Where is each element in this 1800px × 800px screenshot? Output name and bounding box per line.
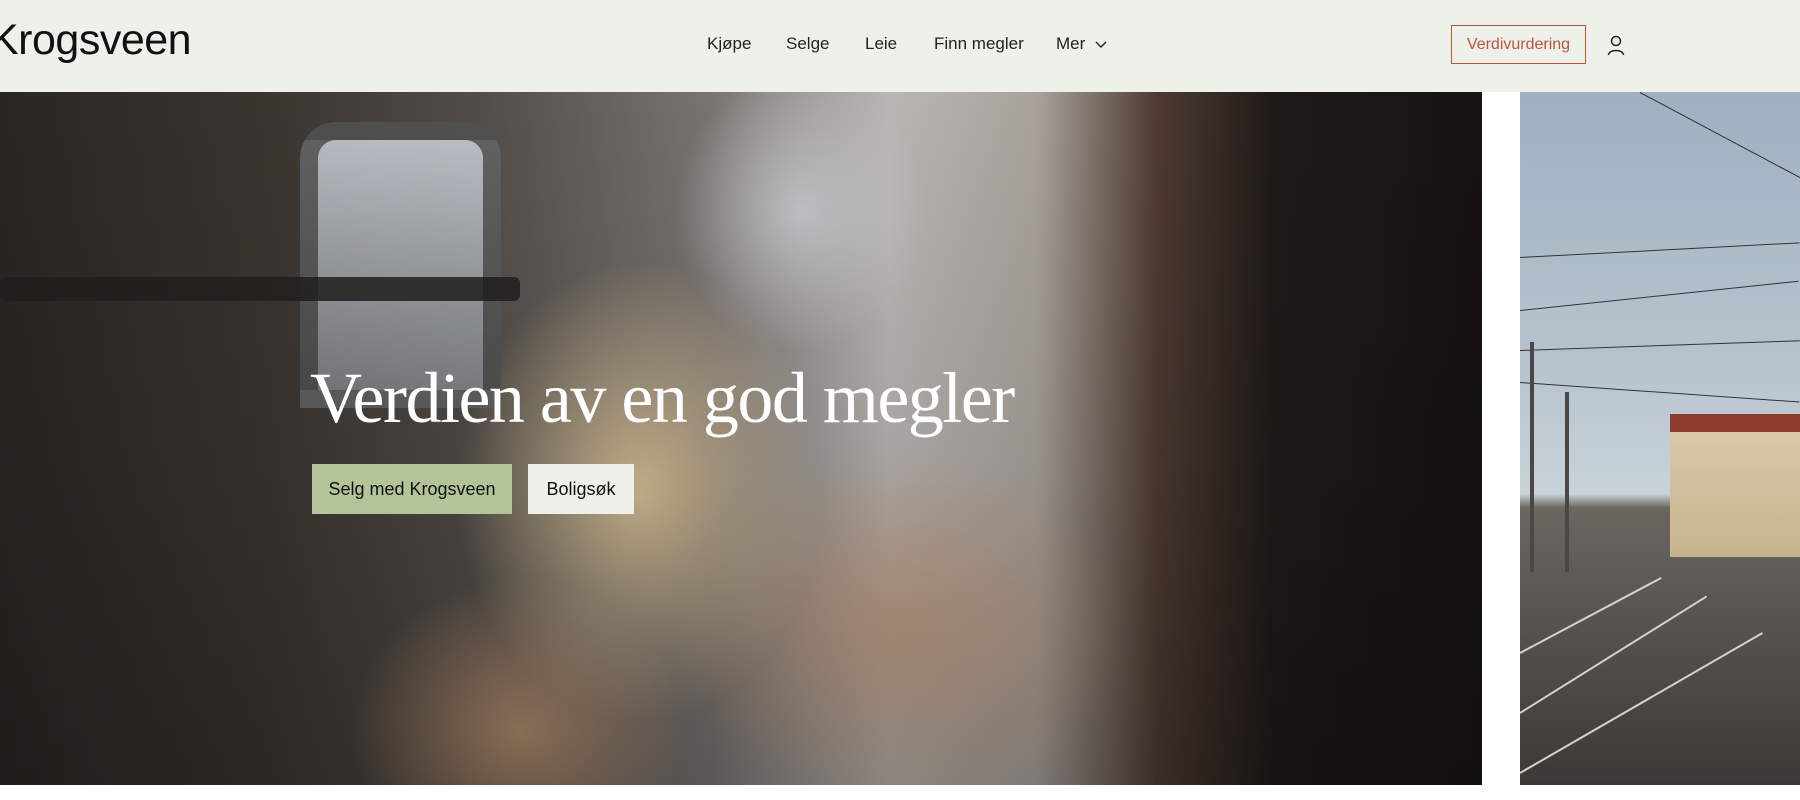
building — [1670, 432, 1800, 557]
nav-item-kjope[interactable]: Kjøpe — [707, 34, 751, 54]
tram-pole — [1565, 392, 1569, 572]
tram-track — [1520, 632, 1763, 774]
nav-item-mer[interactable]: Mer — [1056, 34, 1107, 54]
sell-with-krogsveen-button[interactable]: Selg med Krogsveen — [312, 464, 512, 514]
hero-title: Verdien av en god megler — [310, 358, 1015, 438]
site-header: Krogsveen Kjøpe Selge Leie Finn megler M… — [0, 0, 1800, 92]
tram-wire — [1520, 242, 1800, 258]
tram-wire — [1520, 280, 1799, 311]
nav-item-mer-label: Mer — [1056, 34, 1086, 53]
tram-track — [1520, 577, 1662, 654]
hero-section: Verdien av en god megler Selg med Krogsv… — [0, 92, 1482, 785]
logo[interactable]: Krogsveen — [0, 16, 192, 65]
chevron-down-icon — [1095, 41, 1107, 48]
user-icon[interactable] — [1606, 34, 1626, 56]
nav-item-selge[interactable]: Selge — [786, 34, 829, 54]
tram-pole — [1530, 342, 1534, 572]
tram-wire — [1639, 92, 1800, 216]
property-search-button[interactable]: Boligsøk — [528, 464, 634, 514]
tram-wire — [1520, 382, 1800, 403]
tram-wire — [1520, 340, 1800, 351]
nav-item-leie[interactable]: Leie — [865, 34, 897, 54]
carousel-next-image[interactable] — [1520, 92, 1800, 785]
tram-track — [1520, 595, 1708, 714]
valuation-button[interactable]: Verdivurdering — [1451, 25, 1586, 64]
nav-item-finn-megler[interactable]: Finn megler — [934, 34, 1024, 54]
